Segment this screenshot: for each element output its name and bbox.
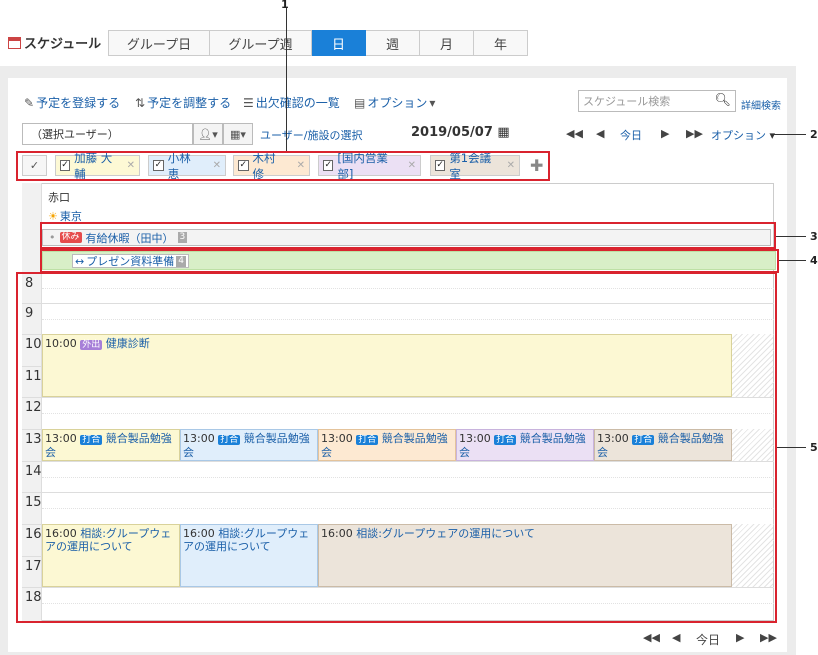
detail-search-link[interactable]: 詳細検索	[741, 97, 781, 112]
sun-icon: ☀	[48, 209, 58, 223]
adjust-schedule-link[interactable]: ⇅ 予定を調整する	[135, 94, 231, 111]
user-picker-button[interactable]: 👤︎▾	[193, 123, 223, 145]
list-icon: ☰	[243, 95, 254, 110]
calendar-icon	[8, 36, 21, 49]
tab-week[interactable]: 週	[366, 30, 420, 56]
today-button[interactable]: 今日	[696, 631, 720, 648]
document-icon: ▤	[354, 95, 366, 110]
caret-down-icon: ▾	[769, 129, 776, 142]
schedule-app: スケジュール グループ日 グループ週 日 週 月 年 ✎ 予定を登録する ⇅ 予定を…	[0, 0, 818, 655]
caret-down-icon: ▾	[429, 95, 436, 110]
callout-number: 3	[810, 230, 818, 243]
options-menu[interactable]: ▤ オプション ▾	[354, 94, 435, 111]
prev-day-button[interactable]: ◀	[672, 631, 680, 644]
rokuyo-label: 赤口	[48, 191, 70, 204]
selected-user-field[interactable]: （選択ユーザー）	[22, 123, 193, 145]
prev-week-button[interactable]: ◀◀	[643, 631, 660, 644]
callout-box-members	[16, 151, 550, 181]
today-button[interactable]: 今日	[620, 127, 642, 143]
display-options-menu[interactable]: オプション ▾	[711, 127, 775, 143]
tab-group-week[interactable]: グループ週	[210, 30, 312, 56]
user-icon: 👤︎▾	[198, 127, 218, 141]
user-facility-select-link[interactable]: ユーザー/施設の選択	[260, 127, 363, 143]
app-title: スケジュール	[24, 37, 102, 52]
tab-day[interactable]: 日	[312, 30, 366, 56]
tab-group-day[interactable]: グループ日	[108, 30, 210, 56]
tab-month[interactable]: 月	[420, 30, 474, 56]
app-logo: スケジュール	[8, 33, 101, 52]
callout-number: 2	[810, 128, 818, 141]
callout-box-all-day	[40, 222, 776, 249]
callout-number: 1	[281, 0, 289, 11]
search-icon[interactable]: 🔍︎	[714, 93, 731, 108]
facility-icon: ▦▾	[230, 127, 246, 141]
adjust-arrows-icon: ⇅	[135, 95, 146, 110]
callout-number: 4	[810, 254, 818, 267]
facility-picker-button[interactable]: ▦▾	[223, 123, 253, 145]
register-schedule-link[interactable]: ✎ 予定を登録する	[24, 94, 120, 111]
callout-number: 5	[810, 441, 818, 454]
calendar-picker-icon[interactable]: ▦	[497, 125, 509, 140]
next-week-button[interactable]: ▶▶	[686, 127, 703, 140]
callout-box-timeline	[16, 272, 777, 623]
prev-day-button[interactable]: ◀	[596, 127, 604, 140]
view-tabs: グループ日 グループ週 日 週 月 年	[108, 30, 528, 56]
tab-year[interactable]: 年	[474, 30, 528, 56]
prev-week-button[interactable]: ◀◀	[566, 127, 583, 140]
next-week-button[interactable]: ▶▶	[760, 631, 777, 644]
schedule-search-input[interactable]: スケジュール検索 🔍︎	[578, 90, 736, 112]
attendance-list-link[interactable]: ☰ 出欠確認の一覧	[243, 94, 340, 111]
edit-icon: ✎	[24, 95, 35, 110]
callout-box-long-term	[40, 249, 779, 273]
current-date: 2019/05/07 ▦	[411, 125, 510, 140]
next-day-button[interactable]: ▶	[736, 631, 744, 644]
next-day-button[interactable]: ▶	[661, 127, 669, 140]
